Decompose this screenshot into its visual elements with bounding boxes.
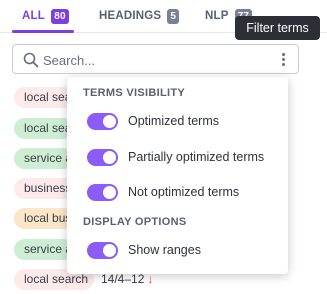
toggle-switch[interactable] — [87, 112, 118, 130]
term-text: local bus — [24, 211, 72, 225]
term-chip[interactable]: local bus — [14, 208, 74, 229]
toggle-show-ranges[interactable]: Show ranges — [87, 240, 201, 260]
option-label: Optimized terms — [128, 114, 219, 128]
term-text: service a — [24, 242, 73, 256]
term-text: local sea — [24, 90, 72, 104]
option-label: Not optimized terms — [128, 185, 240, 199]
more-options-icon[interactable] — [280, 53, 286, 67]
option-label: Show ranges — [128, 243, 201, 257]
term-text: local sea — [24, 121, 72, 135]
search-icon — [23, 52, 39, 68]
search-box — [12, 44, 299, 74]
term-text: service a — [24, 151, 73, 165]
filter-terms-tooltip: Filter terms — [235, 16, 320, 40]
toggle-not-optimized-terms[interactable]: Not optimized terms — [87, 182, 239, 202]
term-count: 14/4–12 — [101, 272, 145, 286]
term-chip[interactable]: local sea — [14, 118, 74, 139]
term-usage: 14/4–12 ↓ — [101, 272, 153, 286]
term-chip[interactable]: service a — [14, 239, 74, 260]
term-chip[interactable]: local sea — [14, 87, 74, 108]
tab-label: ALL — [22, 10, 45, 22]
term-text: business — [24, 181, 72, 195]
tab-headings[interactable]: HEADINGS 5 — [99, 7, 180, 25]
toggle-switch[interactable] — [87, 183, 118, 201]
tab-all[interactable]: ALL 80 — [22, 7, 69, 25]
count-badge: 5 — [167, 8, 180, 24]
section-title-visibility: TERMS VISIBILITY — [83, 87, 185, 99]
option-label: Partially optimized terms — [128, 150, 265, 164]
arrow-down-icon: ↓ — [147, 272, 154, 286]
active-tab-indicator — [12, 30, 74, 33]
tab-label: HEADINGS — [99, 10, 162, 22]
toggle-switch[interactable] — [87, 241, 118, 259]
toggle-switch[interactable] — [87, 148, 118, 166]
toggle-partially-optimized-terms[interactable]: Partially optimized terms — [87, 147, 264, 167]
term-chip[interactable]: service a — [14, 148, 74, 169]
section-title-display: DISPLAY OPTIONS — [83, 216, 187, 228]
terms-panel: ALL 80 HEADINGS 5 NLP 77 local sea local… — [0, 0, 327, 294]
count-badge: 80 — [50, 8, 69, 24]
tab-label: NLP — [205, 10, 229, 22]
term-text: local search — [24, 272, 89, 286]
term-chip[interactable]: business — [14, 178, 74, 199]
filter-terms-popup: TERMS VISIBILITY Optimized terms Partial… — [67, 77, 288, 274]
toggle-optimized-terms[interactable]: Optimized terms — [87, 111, 219, 131]
search-input[interactable] — [43, 50, 273, 70]
